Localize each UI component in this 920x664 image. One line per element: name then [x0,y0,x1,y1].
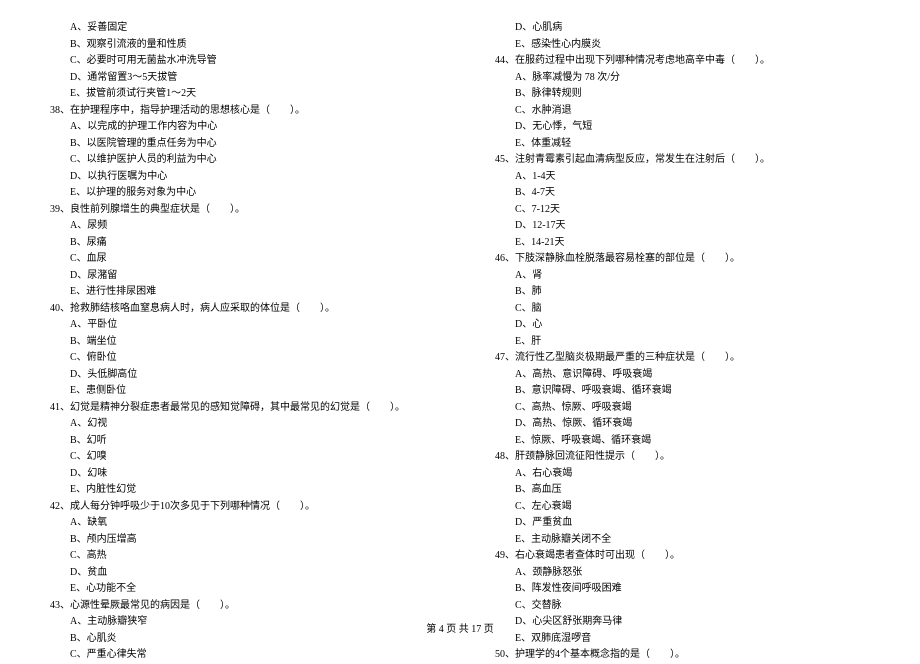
question-text: 47、流行性乙型脑炎极期最严重的三种症状是（ ）。 [485,350,880,367]
option-text: E、心功能不全 [40,581,435,598]
option-text: C、幻嗅 [40,449,435,466]
question-text: 39、良性前列腺增生的典型症状是（ ）。 [40,202,435,219]
option-text: B、尿痛 [40,235,435,252]
page-footer: 第 4 页 共 17 页 [0,620,920,635]
left-column: A、妥善固定B、观察引流液的量和性质C、必要时可用无菌盐水冲洗导管D、通常留置3… [40,20,435,664]
option-text: C、俯卧位 [40,350,435,367]
option-text: B、肺 [485,284,880,301]
option-text: B、4-7天 [485,185,880,202]
option-text: E、以护理的服务对象为中心 [40,185,435,202]
question-text: 48、肝颈静脉回流征阳性提示（ ）。 [485,449,880,466]
option-text: C、高热、惊厥、呼吸衰竭 [485,400,880,417]
option-text: D、贫血 [40,565,435,582]
question-text: 41、幻觉是精神分裂症患者最常见的感知觉障碍，其中最常见的幻觉是（ ）。 [40,400,435,417]
option-text: C、必要时可用无菌盐水冲洗导管 [40,53,435,70]
option-text: D、通常留置3～5天拔管 [40,70,435,87]
option-text: A、1-4天 [485,169,880,186]
option-text: E、内脏性幻觉 [40,482,435,499]
option-text: E、患侧卧位 [40,383,435,400]
question-text: 43、心源性晕厥最常见的病因是（ ）。 [40,598,435,615]
option-text: A、妥善固定 [40,20,435,37]
right-column: D、心肌病E、感染性心内膜炎44、在服药过程中出现下列哪种情况考虑地高辛中毒（ … [485,20,880,664]
option-text: A、脉率减慢为 78 次/分 [485,70,880,87]
option-text: A、幻视 [40,416,435,433]
question-text: 49、右心衰竭患者查体时可出现（ ）。 [485,548,880,565]
option-text: C、以维护医护人员的利益为中心 [40,152,435,169]
question-text: 46、下肢深静脉血栓脱落最容易栓塞的部位是（ ）。 [485,251,880,268]
option-text: B、意识障碍、呼吸衰竭、循环衰竭 [485,383,880,400]
option-text: E、主动脉瓣关闭不全 [485,532,880,549]
question-text: 40、抢救肺结核咯血窒息病人时，病人应采取的体位是（ ）。 [40,301,435,318]
option-text: C、水肿消退 [485,103,880,120]
option-text: B、端坐位 [40,334,435,351]
option-text: C、脑 [485,301,880,318]
option-text: A、平卧位 [40,317,435,334]
option-text: A、以完成的护理工作内容为中心 [40,119,435,136]
two-column-layout: A、妥善固定B、观察引流液的量和性质C、必要时可用无菌盐水冲洗导管D、通常留置3… [40,20,880,664]
option-text: A、右心衰竭 [485,466,880,483]
option-text: C、高热 [40,548,435,565]
option-text: C、左心衰竭 [485,499,880,516]
option-text: A、缺氧 [40,515,435,532]
option-text: E、拔管前须试行夹管1～2天 [40,86,435,103]
option-text: B、观察引流液的量和性质 [40,37,435,54]
option-text: D、以执行医嘱为中心 [40,169,435,186]
option-text: E、惊厥、呼吸衰竭、循环衰竭 [485,433,880,450]
option-text: B、高血压 [485,482,880,499]
option-text: A、肾 [485,268,880,285]
option-text: C、交替脉 [485,598,880,615]
option-text: D、无心悸，气短 [485,119,880,136]
option-text: E、进行性排尿困难 [40,284,435,301]
option-text: D、头低脚高位 [40,367,435,384]
option-text: D、严重贫血 [485,515,880,532]
option-text: A、尿频 [40,218,435,235]
option-text: C、严重心律失常 [40,647,435,664]
question-text: 38、在护理程序中，指导护理活动的思想核心是（ ）。 [40,103,435,120]
option-text: D、心肌病 [485,20,880,37]
option-text: D、心 [485,317,880,334]
option-text: E、体重减轻 [485,136,880,153]
question-text: 45、注射青霉素引起血清病型反应，常发生在注射后（ ）。 [485,152,880,169]
option-text: B、以医院管理的重点任务为中心 [40,136,435,153]
question-text: 44、在服药过程中出现下列哪种情况考虑地高辛中毒（ ）。 [485,53,880,70]
option-text: A、颈静脉怒张 [485,565,880,582]
option-text: A、高热、意识障碍、呼吸衰竭 [485,367,880,384]
option-text: B、幻听 [40,433,435,450]
option-text: E、肝 [485,334,880,351]
question-text: 50、护理学的4个基本概念指的是（ ）。 [485,647,880,664]
option-text: E、14-21天 [485,235,880,252]
option-text: C、7-12天 [485,202,880,219]
option-text: B、脉律转规则 [485,86,880,103]
option-text: E、感染性心内膜炎 [485,37,880,54]
question-text: 42、成人每分钟呼吸少于10次多见于下列哪种情况（ ）。 [40,499,435,516]
option-text: B、颅内压增高 [40,532,435,549]
option-text: B、阵发性夜间呼吸困难 [485,581,880,598]
option-text: C、血尿 [40,251,435,268]
option-text: D、尿潴留 [40,268,435,285]
option-text: D、12-17天 [485,218,880,235]
option-text: D、高热、惊厥、循环衰竭 [485,416,880,433]
option-text: D、幻味 [40,466,435,483]
